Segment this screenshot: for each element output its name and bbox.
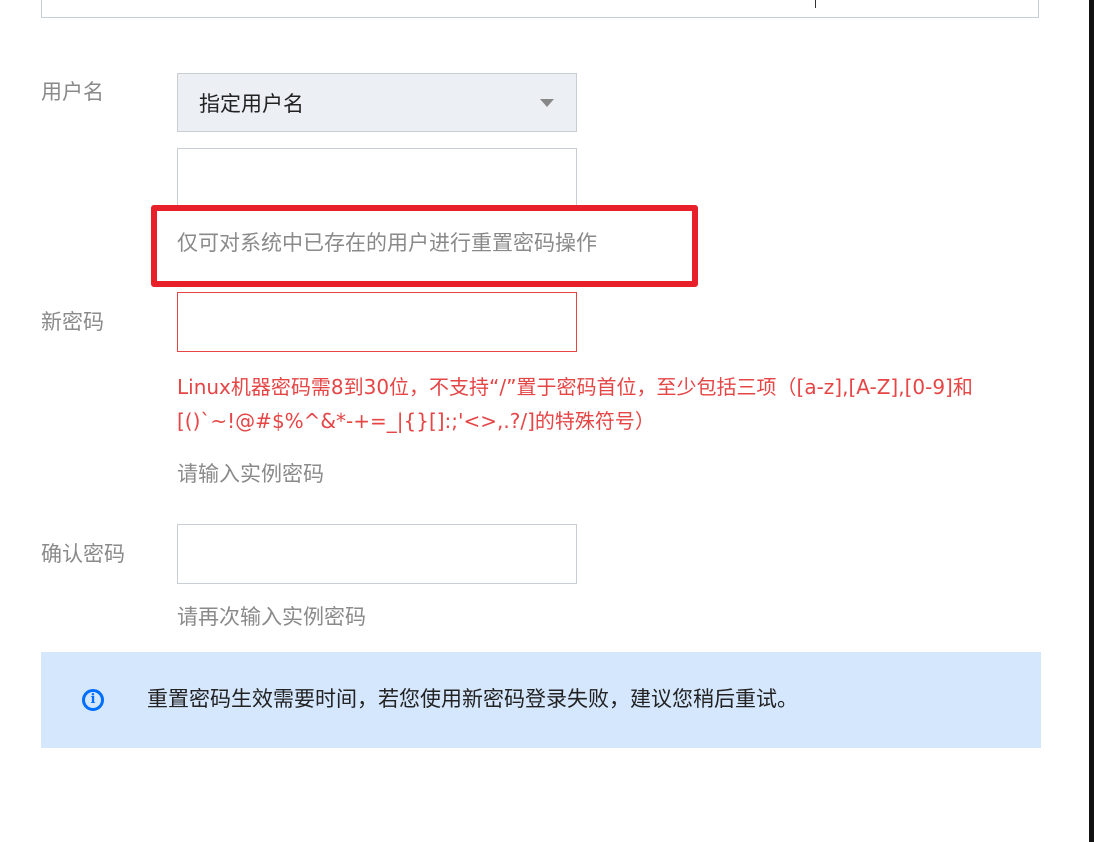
confirm-password-hint: 请再次输入实例密码 xyxy=(177,605,366,629)
new-password-error: Linux机器密码需8到30位，不支持“/”置于密码首位，至少包括三项（[a-z… xyxy=(177,375,973,433)
previous-field[interactable] xyxy=(41,0,1039,18)
username-label: 用户名 xyxy=(41,80,104,104)
notice-text: 重置密码生效需要时间，若您使用新密码登录失败，建议您稍后重试。 xyxy=(147,687,798,711)
username-select-value: 指定用户名 xyxy=(199,91,304,116)
confirm-password-input[interactable] xyxy=(177,524,577,584)
window-edge xyxy=(1089,0,1094,842)
info-icon: i xyxy=(82,689,104,711)
chevron-down-icon xyxy=(540,99,554,107)
new-password-input[interactable] xyxy=(177,292,577,352)
new-password-hint: 请输入实例密码 xyxy=(177,462,324,486)
confirm-password-label: 确认密码 xyxy=(41,542,125,566)
new-password-label: 新密码 xyxy=(41,310,104,334)
field-tick-mark xyxy=(815,0,816,8)
username-select[interactable]: 指定用户名 xyxy=(177,73,577,132)
username-input[interactable] xyxy=(177,148,577,208)
reset-password-form: 用户名 指定用户名 仅可对系统中已存在的用户进行重置密码操作 新密码 Linux… xyxy=(0,0,1094,842)
highlight-annotation-box xyxy=(151,205,698,287)
info-notice: i 重置密码生效需要时间，若您使用新密码登录失败，建议您稍后重试。 xyxy=(41,652,1041,748)
